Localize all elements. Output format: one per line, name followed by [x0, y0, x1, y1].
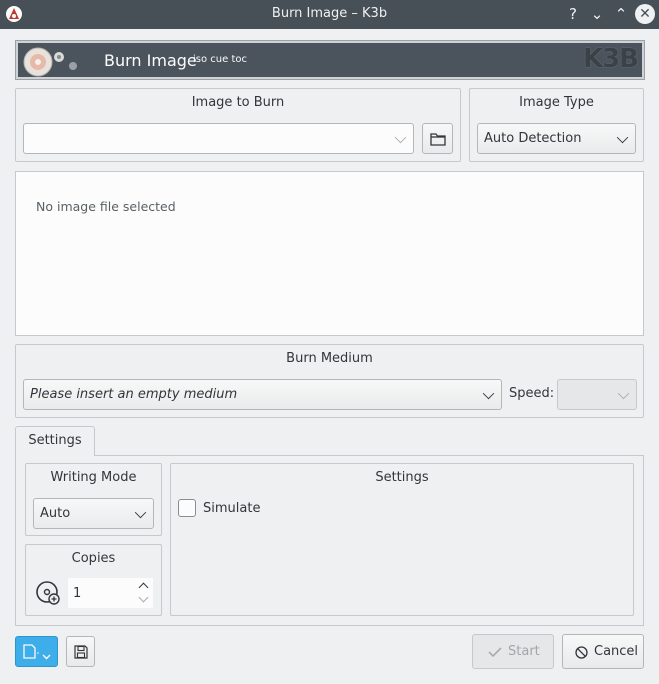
image-info-panel: No image file selected	[15, 171, 644, 336]
chevron-down-icon	[134, 506, 147, 519]
settings-group: Settings	[170, 463, 634, 616]
burn-medium-title: Burn Medium	[286, 351, 373, 366]
disc-copy-icon	[36, 581, 60, 605]
header-title: Burn Image	[104, 51, 197, 70]
window-title: Burn Image – K3b	[271, 6, 388, 21]
spin-up-icon[interactable]	[138, 582, 149, 593]
copies-value: 1	[73, 586, 82, 601]
settings-group-title: Settings	[375, 470, 429, 485]
checkmark-icon	[488, 647, 502, 658]
simulate-checkbox[interactable]	[178, 499, 196, 517]
copies-title: Copies	[71, 551, 116, 566]
image-path-combobox[interactable]	[23, 123, 414, 154]
document-menu-icon	[23, 644, 51, 660]
spin-down-icon[interactable]	[138, 592, 149, 603]
copies-spinbox[interactable]: 1	[67, 577, 154, 609]
image-type-title: Image Type	[519, 95, 594, 110]
minimize-button[interactable]: ⌄	[587, 4, 607, 24]
start-button[interactable]: Start	[472, 634, 554, 669]
image-to-burn-title: Image to Burn	[191, 95, 285, 110]
close-button[interactable]: ✕	[635, 4, 655, 24]
writing-mode-select[interactable]: Auto	[33, 498, 154, 529]
dialog-header-banner: Burn Image iso cue toc K3B	[15, 40, 645, 80]
writing-mode-title: Writing Mode	[50, 470, 137, 485]
cancel-label: Cancel	[594, 644, 639, 659]
tab-settings[interactable]: Settings	[15, 426, 95, 456]
burn-medium-select[interactable]: Please insert an empty medium	[23, 379, 502, 410]
window-titlebar: Burn Image – K3b ? ⌄ ⌃ ✕	[0, 0, 659, 29]
start-label: Start	[508, 644, 540, 659]
simulate-label[interactable]: Simulate	[203, 501, 260, 516]
chevron-down-icon	[394, 131, 407, 144]
save-load-settings-menu-button[interactable]	[15, 636, 58, 667]
header-subtitle: iso cue toc	[193, 54, 247, 65]
no-image-message: No image file selected	[36, 199, 176, 214]
image-type-select[interactable]: Auto Detection	[477, 123, 636, 154]
save-icon	[74, 645, 88, 659]
cancel-button[interactable]: Cancel	[562, 634, 644, 669]
help-button[interactable]: ?	[563, 4, 583, 24]
speed-label: Speed:	[509, 386, 555, 401]
burn-medium-value: Please insert an empty medium	[30, 387, 238, 402]
chevron-down-icon	[482, 387, 495, 400]
image-type-value: Auto Detection	[484, 131, 582, 146]
chevron-down-icon	[617, 387, 630, 400]
tab-settings-label: Settings	[28, 433, 82, 448]
maximize-button[interactable]: ⌃	[611, 4, 631, 24]
browse-file-button[interactable]	[422, 123, 453, 154]
cancel-icon	[575, 646, 588, 659]
writing-mode-value: Auto	[40, 506, 71, 521]
folder-icon	[430, 133, 446, 146]
disc-burn-icon	[23, 47, 77, 77]
chevron-down-icon	[616, 131, 629, 144]
save-settings-button[interactable]	[66, 636, 95, 667]
speed-select[interactable]	[557, 379, 637, 410]
k3b-logo: K3B	[582, 44, 639, 74]
